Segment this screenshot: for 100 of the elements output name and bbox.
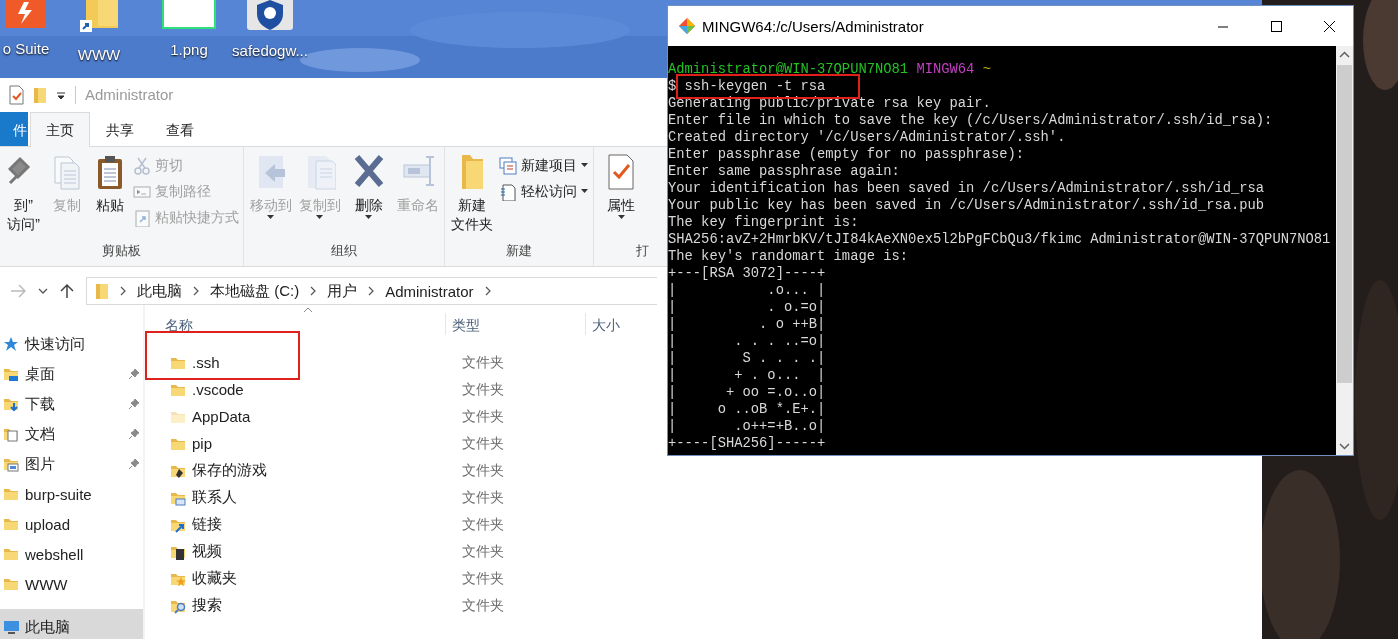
ribbon-button[interactable]: 到” 访问” bbox=[4, 152, 43, 242]
file-type: 文件夹 bbox=[462, 596, 504, 615]
file-name[interactable]: pip bbox=[145, 435, 462, 452]
dropdown-icon[interactable] bbox=[56, 89, 66, 100]
ribbon-button[interactable]: 属性 bbox=[598, 152, 644, 242]
ribbon-button[interactable]: 轻松访问 bbox=[499, 180, 588, 203]
column-header[interactable]: 名称 bbox=[145, 313, 445, 335]
folder-icon bbox=[3, 366, 20, 382]
file-name[interactable]: 视频 bbox=[145, 542, 462, 561]
dropdown-icon[interactable] bbox=[38, 287, 48, 295]
output-line: | + . o... | bbox=[668, 367, 827, 384]
file-type: 文件夹 bbox=[462, 380, 504, 399]
file-tab[interactable]: 件 bbox=[0, 111, 28, 146]
output-line: +----[SHA256]-----+ bbox=[668, 435, 827, 452]
nav-item[interactable]: 下载 bbox=[0, 389, 143, 419]
file-name[interactable]: .ssh bbox=[145, 354, 462, 371]
folder-icon bbox=[3, 426, 20, 442]
chevron-icon[interactable] bbox=[192, 286, 200, 296]
group-label: 打 bbox=[636, 242, 649, 260]
output-line: | .o... | bbox=[668, 282, 827, 299]
output-line: Generating public/private rsa key pair. bbox=[668, 95, 992, 112]
chevron-icon[interactable] bbox=[367, 286, 376, 296]
chevron-icon[interactable] bbox=[309, 286, 318, 296]
nav-item[interactable]: webshell bbox=[0, 539, 143, 569]
file-type: 文件夹 bbox=[462, 515, 504, 534]
file-name[interactable]: 收藏夹 bbox=[145, 569, 462, 588]
output-line: The key fingerprint is: bbox=[668, 214, 860, 231]
ribbon-tab[interactable]: 主页 bbox=[30, 111, 90, 147]
output-line: The key's randomart image is: bbox=[668, 248, 910, 265]
command-text: ssh-keygen -t rsa bbox=[684, 79, 826, 94]
output-line: | . o.=o| bbox=[668, 299, 827, 316]
scrollbar[interactable] bbox=[1336, 46, 1353, 455]
file-type: 文件夹 bbox=[462, 461, 504, 480]
file-type: 文件夹 bbox=[462, 407, 504, 426]
pin-icon[interactable] bbox=[128, 458, 140, 470]
nav-item[interactable]: 桌面 bbox=[0, 359, 143, 389]
file-type: 文件夹 bbox=[462, 353, 504, 372]
ribbon-tab[interactable]: 共享 bbox=[90, 111, 150, 146]
file-name[interactable]: 联系人 bbox=[145, 488, 462, 507]
scroll-thumb[interactable] bbox=[1337, 65, 1352, 383]
file-type: 文件夹 bbox=[462, 542, 504, 561]
output-line: | . . . ..=o| bbox=[668, 333, 827, 350]
breadcrumb[interactable]: 此电脑 bbox=[137, 281, 182, 301]
output-line: SHA256:avZ+2HmrbKV/tJI84kAeXN0ex5l2bPgFCbQu3/fkimc Administrator@WIN-37QPUN7NO81 bbox=[668, 231, 1332, 248]
nav-item[interactable]: 文档 bbox=[0, 419, 143, 449]
file-name[interactable]: 链接 bbox=[145, 515, 462, 534]
breadcrumb[interactable]: 本地磁盘 (C:) bbox=[210, 281, 300, 301]
file-name[interactable]: AppData bbox=[145, 408, 462, 425]
breadcrumb[interactable]: Administrator bbox=[385, 282, 474, 300]
chevron-icon[interactable] bbox=[119, 286, 127, 296]
output-line: Your public key has been saved in /c/Users/Administrator/.ssh/id_rsa.pub bbox=[668, 197, 1266, 214]
nav-item[interactable]: WWW bbox=[0, 569, 143, 599]
computer-icon bbox=[3, 619, 20, 635]
ribbon-tab[interactable]: 查看 bbox=[150, 111, 210, 146]
pin-icon[interactable] bbox=[128, 368, 140, 380]
output-line: Enter passphrase (empty for no passphrase): bbox=[668, 146, 1026, 163]
output-line: | . o ++B| bbox=[668, 316, 827, 333]
folder-icon bbox=[3, 546, 20, 562]
group-label: 新建 bbox=[505, 242, 533, 260]
prompt-symbol: $ bbox=[668, 79, 677, 94]
star-icon bbox=[3, 336, 20, 352]
pin-icon[interactable] bbox=[128, 398, 140, 410]
delete-icon bbox=[352, 152, 385, 190]
nav-item[interactable]: burp-suite bbox=[0, 479, 143, 509]
nav-item[interactable]: 图片 bbox=[0, 449, 143, 479]
ribbon-button[interactable]: 删除 bbox=[346, 152, 391, 242]
up-arrow-icon[interactable] bbox=[60, 283, 74, 299]
output-line: Created directory '/c/Users/Administrator/.ssh'. bbox=[668, 129, 1067, 146]
sort-caret-icon bbox=[303, 307, 313, 313]
new-item-icon bbox=[499, 156, 517, 175]
properties-icon[interactable] bbox=[8, 84, 24, 105]
group-label: 剪贴板 bbox=[101, 242, 142, 260]
breadcrumb[interactable]: 用户 bbox=[327, 281, 358, 301]
nav-item[interactable]: 此电脑 bbox=[0, 609, 143, 639]
column-header[interactable]: 类型 bbox=[445, 313, 585, 335]
group-label: 组织 bbox=[330, 242, 358, 260]
column-header[interactable]: 大小 bbox=[585, 313, 641, 335]
folder-icon bbox=[95, 282, 109, 300]
properties-icon bbox=[605, 152, 637, 190]
folder-icon bbox=[3, 456, 20, 472]
nav-item[interactable]: 快速访问 bbox=[0, 329, 143, 359]
ribbon-button[interactable]: 新建项目 bbox=[499, 154, 588, 177]
nav-item[interactable]: upload bbox=[0, 509, 143, 539]
easy-access-icon bbox=[499, 182, 517, 201]
output-line: | + oo =.o..o| bbox=[668, 384, 827, 401]
output-line: Enter same passphrase again: bbox=[668, 163, 901, 180]
folder-icon bbox=[3, 486, 20, 502]
output-line: | .o++=+B..o| bbox=[668, 418, 827, 435]
folder-icon bbox=[3, 516, 20, 532]
ribbon-button[interactable]: 粘贴 bbox=[90, 152, 129, 242]
ribbon-button[interactable]: 新建 文件夹 bbox=[449, 152, 495, 242]
file-name[interactable]: 保存的游戏 bbox=[145, 461, 462, 480]
chevron-icon[interactable] bbox=[483, 286, 492, 296]
file-name[interactable]: .vscode bbox=[145, 381, 462, 398]
file-name[interactable]: 搜索 bbox=[145, 596, 462, 615]
forward-arrow-icon[interactable] bbox=[10, 284, 26, 298]
paste-shortcut-icon bbox=[133, 208, 151, 227]
pin-icon[interactable] bbox=[128, 428, 140, 440]
address-bar[interactable]: 此电脑 本地磁盘 (C:) 用户 Administrator bbox=[86, 277, 657, 305]
window-title: Administrator bbox=[85, 86, 174, 104]
